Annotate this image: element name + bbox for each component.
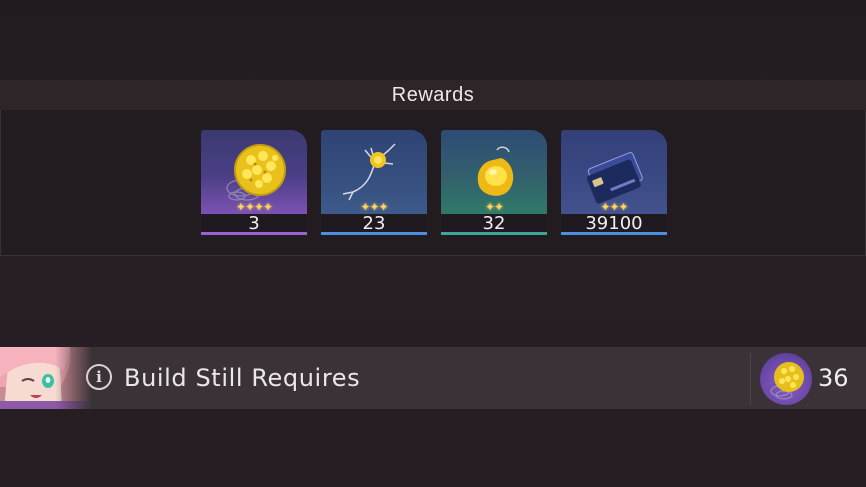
rarity-bar <box>321 232 427 235</box>
reward-item-2[interactable]: ✦✦✦ 23 <box>321 130 427 236</box>
divider <box>750 353 751 405</box>
reward-count: 39100 <box>561 214 667 234</box>
build-requires-label: Build Still Requires <box>124 364 361 392</box>
character-avatar-icon <box>0 347 92 409</box>
reward-count: 32 <box>441 214 547 234</box>
info-icon[interactable]: i <box>86 364 112 390</box>
rarity-bar <box>561 232 667 235</box>
rewards-title: Rewards <box>0 80 866 110</box>
required-count: 36 <box>818 364 849 392</box>
rarity-stars: ✦✦✦ <box>360 200 388 214</box>
rarity-bar <box>201 232 307 235</box>
reward-item-4[interactable]: ✦✦✦ 39100 <box>561 130 667 236</box>
rewards-screen: Rewards ✦✦✦✦ 3 ✦✦✦ 23 ✦✦ 32 ✦✦✦ 39100 i … <box>0 0 866 487</box>
avatar <box>0 347 92 409</box>
required-item-icon[interactable] <box>760 353 812 405</box>
golden-coral-sphere-icon <box>770 362 804 400</box>
reward-count: 23 <box>321 214 427 234</box>
rarity-bar <box>441 232 547 235</box>
rarity-stars: ✦✦✦✦ <box>235 200 273 214</box>
rewards-panel <box>0 110 866 256</box>
rarity-stars: ✦✦ <box>484 200 504 214</box>
rarity-stars: ✦✦✦ <box>600 200 628 214</box>
reward-count: 3 <box>201 214 307 234</box>
reward-item-1[interactable]: ✦✦✦✦ 3 <box>201 130 307 236</box>
reward-item-3[interactable]: ✦✦ 32 <box>441 130 547 236</box>
